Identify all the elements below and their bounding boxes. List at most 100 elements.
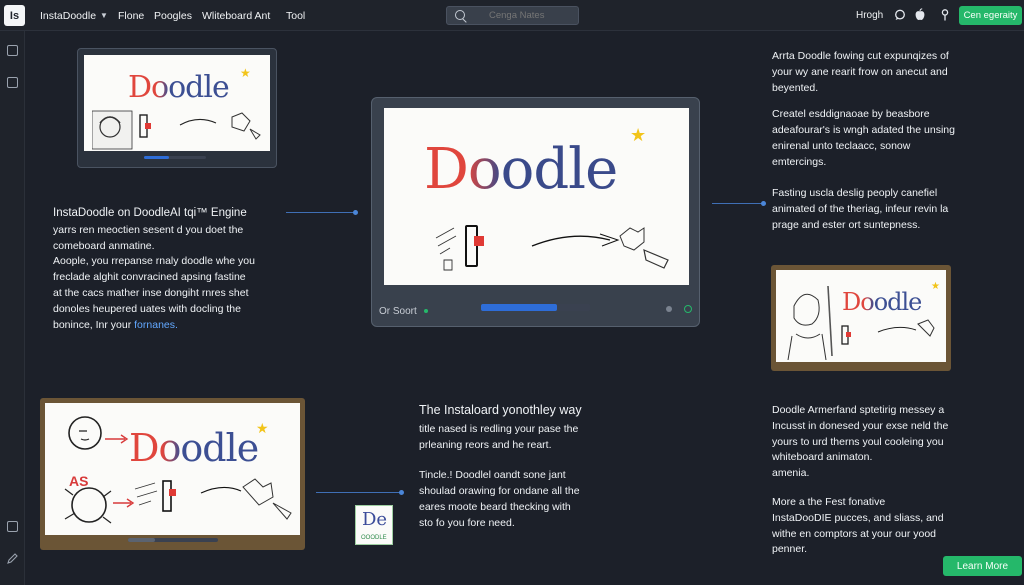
nav-flone[interactable]: Flone — [118, 0, 144, 31]
badge-small: OOODLE — [361, 535, 387, 541]
pin-icon[interactable] — [940, 8, 950, 22]
player-canvas: Doodle ★ — [384, 108, 689, 285]
connector-line — [712, 201, 766, 206]
nav-tool[interactable]: Tool — [286, 0, 305, 31]
nav-tool-label: Tool — [286, 9, 306, 22]
player-doodle-word: Doodle — [424, 137, 618, 202]
search-box[interactable] — [446, 6, 579, 25]
volume-icon[interactable] — [666, 306, 672, 312]
nav-whiteboard-label: Wliteboard Ant — [202, 9, 271, 22]
sketch-illustration — [787, 285, 935, 360]
nav-whiteboard[interactable]: Wliteboard Ant — [202, 0, 270, 31]
status-dot — [423, 309, 428, 314]
left-line: comeboard anmatine. — [53, 239, 155, 252]
mini-progress — [128, 538, 218, 542]
player-doodle-text: Doodle — [424, 142, 618, 198]
right-mid-line: prage and ester ort suntepness. — [772, 218, 921, 231]
right-mid-line: animated of the theriag, infeur revin la — [772, 202, 949, 215]
right-top-line: enirenal unto teclaacc, sonow — [772, 139, 911, 152]
nav-flone-label: Flone — [118, 9, 145, 22]
left-line: yarrs ren meoctien sesent d you doet the — [53, 223, 244, 236]
search-icon — [455, 10, 465, 20]
chat-icon[interactable] — [894, 9, 906, 21]
nav-instadoodle-label: InstaDoodle — [40, 9, 97, 22]
sketch-illustration — [92, 110, 261, 150]
right-mid-line: Fasting uscla deslig peoply canefiel — [772, 187, 938, 199]
bottom-right-line: More a the Fest fonative — [772, 495, 886, 508]
pen-icon[interactable] — [7, 553, 18, 564]
nav-poogles[interactable]: Poogles — [154, 0, 192, 31]
bottom-mid-line: shoulad orawing for ondane all the — [419, 485, 580, 498]
player-progress-track[interactable] — [481, 304, 590, 311]
right-canvas: Doodle ★ — [776, 270, 946, 362]
bottom-left-canvas: Doodle ★ AS — [45, 403, 300, 535]
right-top-text-block: Arrta Doodle fowing cut expunqizes of yo… — [772, 49, 987, 171]
connector-line — [286, 210, 358, 215]
bottom-right-line: InstaDooDIE pucces, and sliass, and — [772, 511, 944, 524]
player-progress-fill — [481, 304, 558, 311]
left-line-last: bonince, Inr your fornanes. — [53, 318, 289, 334]
left-heading: InstaDoodle on DoodleAI tqi™ Engine — [53, 207, 247, 219]
video-player[interactable]: Doodle ★ Or Soort — [371, 97, 700, 327]
nav-right-label: Hrogh — [856, 10, 884, 21]
top-bar: Is InstaDoodle ▼ Flone Poogles Wliteboar… — [0, 0, 1024, 31]
left-rail — [0, 31, 25, 585]
bottom-mid-heading: The Instaloard yonothley way — [419, 403, 582, 417]
preview-panel-right[interactable]: Doodle ★ — [771, 265, 951, 371]
learn-more-button[interactable]: Learn More — [943, 556, 1022, 576]
left-text-block: InstaDoodle on DoodleAI tqi™ Engine yarr… — [53, 206, 289, 333]
left-line-prefix: bonince, Inr your — [53, 318, 135, 331]
chevron-down-icon: ▼ — [100, 11, 108, 20]
right-top-line: beyented. — [772, 81, 819, 94]
nav-poogles-label: Poogles — [154, 9, 192, 22]
list-icon[interactable] — [7, 77, 18, 88]
bottom-right-line: yours to urd therns youl cooleing you — [772, 435, 944, 448]
left-line: at the cacs mather inse dongiht rnres sh… — [53, 286, 249, 299]
bottom-mid-line: eares moote beard thecking with — [419, 500, 571, 513]
search-input[interactable] — [489, 8, 575, 23]
right-top-line: emtercings. — [772, 155, 827, 168]
right-top-line: Arrta Doodle fowing cut expunqizes of — [772, 50, 949, 62]
star-icon: ★ — [630, 125, 647, 145]
apple-icon[interactable] — [914, 8, 926, 21]
grid-icon[interactable] — [7, 45, 18, 56]
doodle-title-text: Doodle — [128, 70, 230, 105]
bottom-mid-line: sto fo you fore need. — [419, 516, 515, 529]
bottom-right-line: Doodle Armerfand sptetirig messey a — [772, 404, 945, 416]
fullscreen-icon[interactable] — [684, 305, 692, 313]
mini-progress — [144, 156, 206, 159]
bottom-right-line: whiteboard animaton. — [772, 451, 873, 464]
bottom-right-text-block: Doodle Armerfand sptetirig messey a Incu… — [772, 403, 987, 558]
preview-panel-bottom-left[interactable]: Doodle ★ AS — [40, 398, 305, 550]
bottom-mid-line: Tincle.! Doodlel oandt sone jant — [419, 469, 566, 482]
table-icon[interactable] — [7, 521, 18, 532]
right-mid-text-block: Fasting uscla deslig peoply canefiel ani… — [772, 186, 987, 233]
preview-panel-top-left[interactable]: Doodle ★ — [77, 48, 277, 168]
bottom-mid-text-block: The Instaloard yonothley way title nased… — [419, 403, 634, 532]
star-icon: ★ — [240, 66, 251, 80]
right-top-line: Createl esddignaoae by beasbore — [772, 108, 930, 121]
right-top-line: your wy ane rearit frow on anecut and — [772, 65, 948, 78]
left-line: freclade alghit convracined apsing fasti… — [53, 271, 246, 284]
bottom-right-line: withe en comptors at your our yood — [772, 527, 937, 540]
bottom-right-line: Incusst in donesed your exse neld the — [772, 419, 949, 432]
left-line: Aoople, you rrepanse rnaly doodle whe yo… — [53, 255, 255, 268]
sketch-illustration — [435, 225, 669, 271]
bottom-right-line: amenia. — [772, 467, 810, 480]
get-started-button[interactable]: Cen egeraity — [959, 6, 1022, 25]
fornanes-link[interactable]: fornanes. — [134, 319, 178, 331]
instadoodle-badge: De OOODLE — [355, 505, 393, 545]
sketch-illustration — [64, 416, 292, 524]
nav-right-link[interactable]: Hrogh — [856, 0, 883, 31]
nav-instadoodle[interactable]: InstaDoodle ▼ — [40, 0, 108, 31]
bottom-mid-line: prleaning reors and he reart. — [419, 438, 552, 451]
left-line: donoles heupered uates with docling the — [53, 302, 241, 315]
player-status: Or Soort — [379, 306, 428, 317]
bottom-mid-line: title nased is redling your pase the — [419, 422, 579, 435]
doodle-title: Doodle — [128, 70, 230, 105]
app-logo[interactable]: Is — [4, 5, 25, 26]
preview-canvas: Doodle ★ — [84, 55, 270, 151]
connector-line — [316, 490, 404, 495]
right-top-line: adeafourar's is wngh adated the unsing — [772, 124, 955, 137]
badge-big: De — [362, 509, 388, 530]
